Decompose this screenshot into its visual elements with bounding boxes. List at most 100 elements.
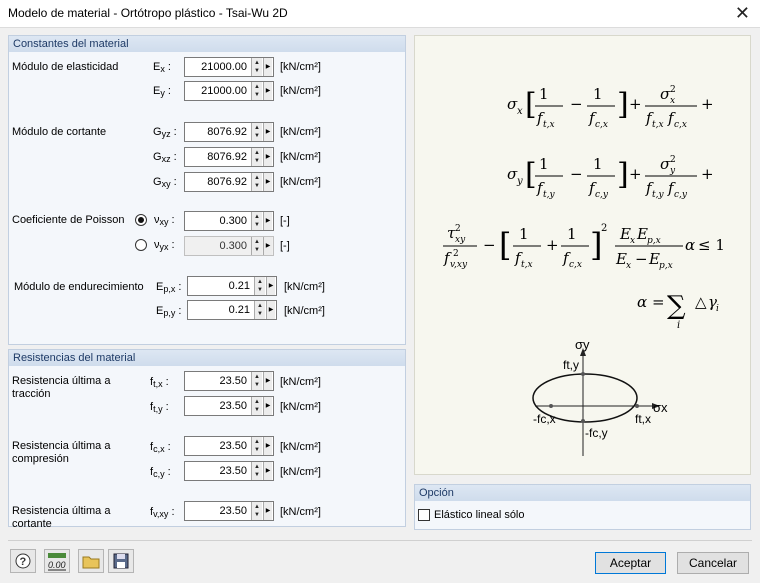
svg-text:=: =: [652, 293, 665, 311]
svg-text:α: α: [637, 293, 647, 311]
ey-menu-arrow[interactable]: ▶: [263, 82, 272, 100]
poisson-label: Coeficiente de Poisson: [12, 214, 125, 226]
fcx-unit: [kN/cm²]: [280, 441, 321, 453]
ex-unit: [kN/cm²]: [280, 61, 321, 73]
fty-value: 23.50: [219, 400, 247, 412]
epx-symbol: Ep,x :: [156, 281, 182, 294]
svg-text:x: x: [517, 106, 523, 117]
vxy-unit: [-]: [280, 215, 290, 227]
ex-spinner[interactable]: ▲ ▼: [251, 58, 262, 76]
ftx-spinner[interactable]: ▲ ▼: [251, 372, 262, 390]
epx-spinner[interactable]: ▲ ▼: [254, 277, 265, 295]
svg-text:c,x: c,x: [569, 260, 582, 270]
ftx-input[interactable]: 23.50 ▲ ▼ ▶: [184, 371, 274, 391]
ey-symbol: Ey :: [153, 85, 171, 98]
fty-spinner[interactable]: ▲ ▼: [251, 397, 262, 415]
svg-text:+: +: [546, 236, 559, 254]
fvxy-spinner[interactable]: ▲ ▼: [251, 502, 262, 520]
vyx-input[interactable]: 0.300 ▲ ▼ ▶: [184, 236, 274, 256]
epy-spinner[interactable]: ▲ ▼: [254, 301, 265, 319]
save-button[interactable]: [108, 549, 134, 573]
gxz-input[interactable]: 8076.92 ▲ ▼ ▶: [184, 147, 274, 167]
vyx-menu-arrow[interactable]: ▶: [263, 237, 272, 255]
units-button[interactable]: 0.00: [44, 549, 70, 573]
fcx-menu-arrow[interactable]: ▶: [263, 437, 272, 455]
close-icon[interactable]: ✕: [735, 3, 750, 24]
vyx-unit: [-]: [280, 240, 290, 252]
ey-spinner[interactable]: ▲ ▼: [251, 82, 262, 100]
window-title: Modelo de material - Ortótropo plástico …: [8, 6, 288, 20]
elastic-only-checkbox[interactable]: [418, 509, 430, 521]
formula-line-4: α = ∑ i △ γi: [637, 291, 719, 331]
gxy-unit: [kN/cm²]: [280, 176, 321, 188]
gxy-input[interactable]: 8076.92 ▲ ▼ ▶: [184, 172, 274, 192]
formula-line-3: τ xy2 f v,xy2 − [ 1 f t,x + 1 f c,x ] 2 Ex E…: [443, 223, 725, 271]
fvxy-input[interactable]: 23.50 ▲ ▼ ▶: [184, 501, 274, 521]
elasticity-label: Módulo de elasticidad: [12, 61, 119, 73]
fvxy-menu-arrow[interactable]: ▶: [263, 502, 272, 520]
svg-text:−: −: [635, 250, 648, 268]
tension-label-2: tracción: [12, 388, 51, 400]
gyz-menu-arrow[interactable]: ▶: [263, 123, 272, 141]
ex-input[interactable]: 21000.00 ▲ ▼ ▶: [184, 57, 274, 77]
fcy-value: 23.50: [219, 465, 247, 477]
cancel-button[interactable]: Cancelar: [677, 552, 749, 574]
gxy-menu-arrow[interactable]: ▶: [263, 173, 272, 191]
help-button[interactable]: ?: [10, 549, 36, 573]
ex-menu-arrow[interactable]: ▶: [263, 58, 272, 76]
epy-input[interactable]: 0.21 ▲ ▼ ▶: [187, 300, 277, 320]
hardening-label: Módulo de endurecimiento: [14, 281, 144, 293]
vyx-radio[interactable]: [135, 239, 147, 251]
fty-diagram-label: ft,y: [563, 358, 579, 372]
gxz-spinner[interactable]: ▲ ▼: [251, 148, 262, 166]
epx-menu-arrow[interactable]: ▶: [266, 277, 275, 295]
gxz-unit: [kN/cm²]: [280, 151, 321, 163]
svg-text:1: 1: [519, 225, 529, 243]
gxz-menu-arrow[interactable]: ▶: [263, 148, 272, 166]
group-header-option: Opción: [415, 485, 750, 501]
vxy-radio[interactable]: [135, 214, 147, 226]
vxy-menu-arrow[interactable]: ▶: [263, 212, 272, 230]
fcy-unit: [kN/cm²]: [280, 466, 321, 478]
epx-value: 0.21: [228, 280, 250, 292]
svg-text:c,x: c,x: [595, 120, 608, 130]
svg-text:2: 2: [453, 249, 459, 259]
ok-button[interactable]: Aceptar: [595, 552, 666, 574]
folder-icon: [82, 556, 100, 569]
fty-input[interactable]: 23.50 ▲ ▼ ▶: [184, 396, 274, 416]
vxy-spinner[interactable]: ▲ ▼: [251, 212, 262, 230]
fcx-input[interactable]: 23.50 ▲ ▼ ▶: [184, 436, 274, 456]
fcy-spinner[interactable]: ▲ ▼: [251, 462, 262, 480]
svg-text:p,x: p,x: [647, 236, 661, 246]
vyx-spinner[interactable]: ▲ ▼: [251, 237, 262, 255]
svg-text:2: 2: [670, 155, 676, 165]
svg-text:v,xy: v,xy: [450, 260, 468, 270]
epy-value: 0.21: [228, 304, 250, 316]
fcy-menu-arrow[interactable]: ▶: [263, 462, 272, 480]
shear-strength-label-1: Resistencia última a: [12, 505, 111, 517]
gxy-spinner[interactable]: ▲ ▼: [251, 173, 262, 191]
gyz-spinner[interactable]: ▲ ▼: [251, 123, 262, 141]
elastic-only-label[interactable]: Elástico lineal sólo: [434, 509, 525, 521]
fcx-spinner[interactable]: ▲ ▼: [251, 437, 262, 455]
gyz-symbol: Gyz :: [153, 126, 177, 139]
shear-strength-label-2: cortante: [12, 518, 52, 527]
vxy-input[interactable]: 0.300 ▲ ▼ ▶: [184, 211, 274, 231]
fvxy-symbol: fv,xy :: [150, 506, 175, 519]
ey-input[interactable]: 21000.00 ▲ ▼ ▶: [184, 81, 274, 101]
ftx-value: 23.50: [219, 375, 247, 387]
epy-menu-arrow[interactable]: ▶: [266, 301, 275, 319]
epx-input[interactable]: 0.21 ▲ ▼ ▶: [187, 276, 277, 296]
svg-text:x: x: [630, 236, 635, 246]
sigma-y-axis-label: σy: [575, 337, 590, 352]
gyz-input[interactable]: 8076.92 ▲ ▼ ▶: [184, 122, 274, 142]
svg-text:−: −: [570, 165, 583, 183]
svg-text:?: ?: [20, 556, 27, 568]
fty-menu-arrow[interactable]: ▶: [263, 397, 272, 415]
svg-text:[: [: [525, 157, 537, 192]
svg-text:x: x: [626, 261, 631, 271]
fcy-input[interactable]: 23.50 ▲ ▼ ▶: [184, 461, 274, 481]
open-button[interactable]: [78, 549, 104, 573]
gxy-symbol: Gxy :: [153, 176, 177, 189]
ftx-menu-arrow[interactable]: ▶: [263, 372, 272, 390]
